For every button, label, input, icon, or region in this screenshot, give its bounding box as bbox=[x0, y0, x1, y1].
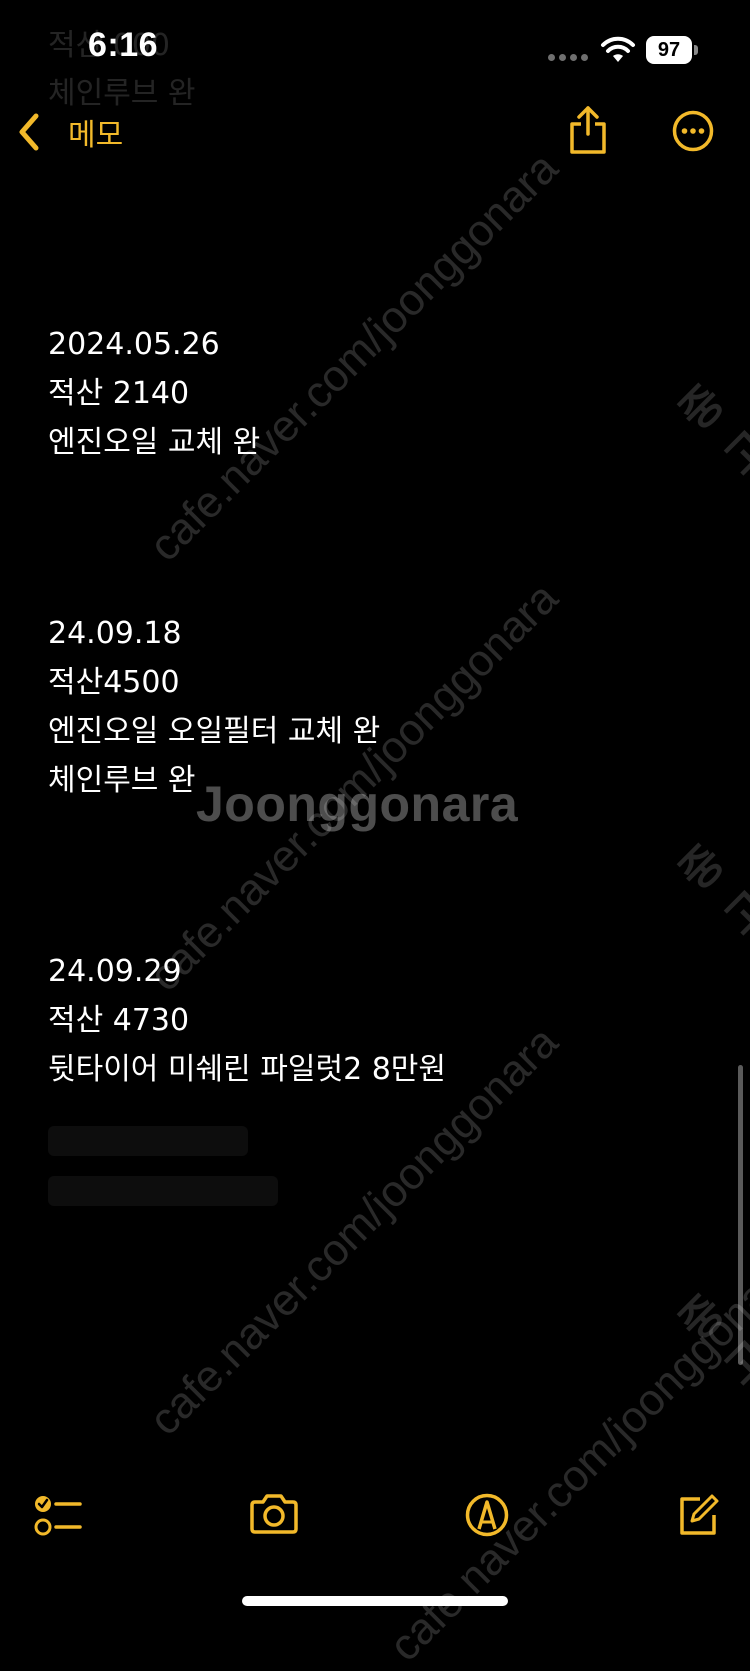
status-time: 6:16 bbox=[88, 26, 159, 64]
pen-tip-circle-icon[interactable] bbox=[465, 1493, 509, 1537]
home-indicator[interactable] bbox=[242, 1596, 508, 1606]
share-icon[interactable] bbox=[566, 104, 610, 156]
back-button[interactable]: 메모 bbox=[14, 104, 123, 160]
entry-date: 24.09.18 bbox=[48, 616, 182, 651]
entry-date: 24.09.29 bbox=[48, 954, 182, 989]
camera-icon[interactable] bbox=[248, 1493, 300, 1535]
entry-mileage: 적산 4730 bbox=[48, 1003, 190, 1038]
back-label: 메모 bbox=[68, 118, 124, 153]
checklist-icon[interactable] bbox=[34, 1493, 84, 1539]
entry-detail: 엔진오일 교체 완 bbox=[48, 425, 261, 460]
status-bar: 6:16 97 bbox=[0, 0, 750, 96]
chevron-left-icon bbox=[19, 113, 39, 151]
entry-detail: 뒷타이어 미쉐린 파일럿2 8만원 bbox=[48, 1052, 446, 1087]
wifi-icon bbox=[601, 36, 635, 62]
battery-icon: 97 bbox=[646, 36, 698, 64]
ellipsis-circle-icon[interactable] bbox=[672, 110, 714, 152]
watermark-logo: Joonggonara bbox=[196, 776, 519, 832]
compose-icon[interactable] bbox=[676, 1493, 720, 1537]
battery-level: 97 bbox=[646, 36, 692, 64]
cellular-signal-icon bbox=[548, 54, 588, 61]
entry-mileage: 적산4500 bbox=[48, 665, 180, 700]
obscured-text-block bbox=[48, 1126, 278, 1226]
